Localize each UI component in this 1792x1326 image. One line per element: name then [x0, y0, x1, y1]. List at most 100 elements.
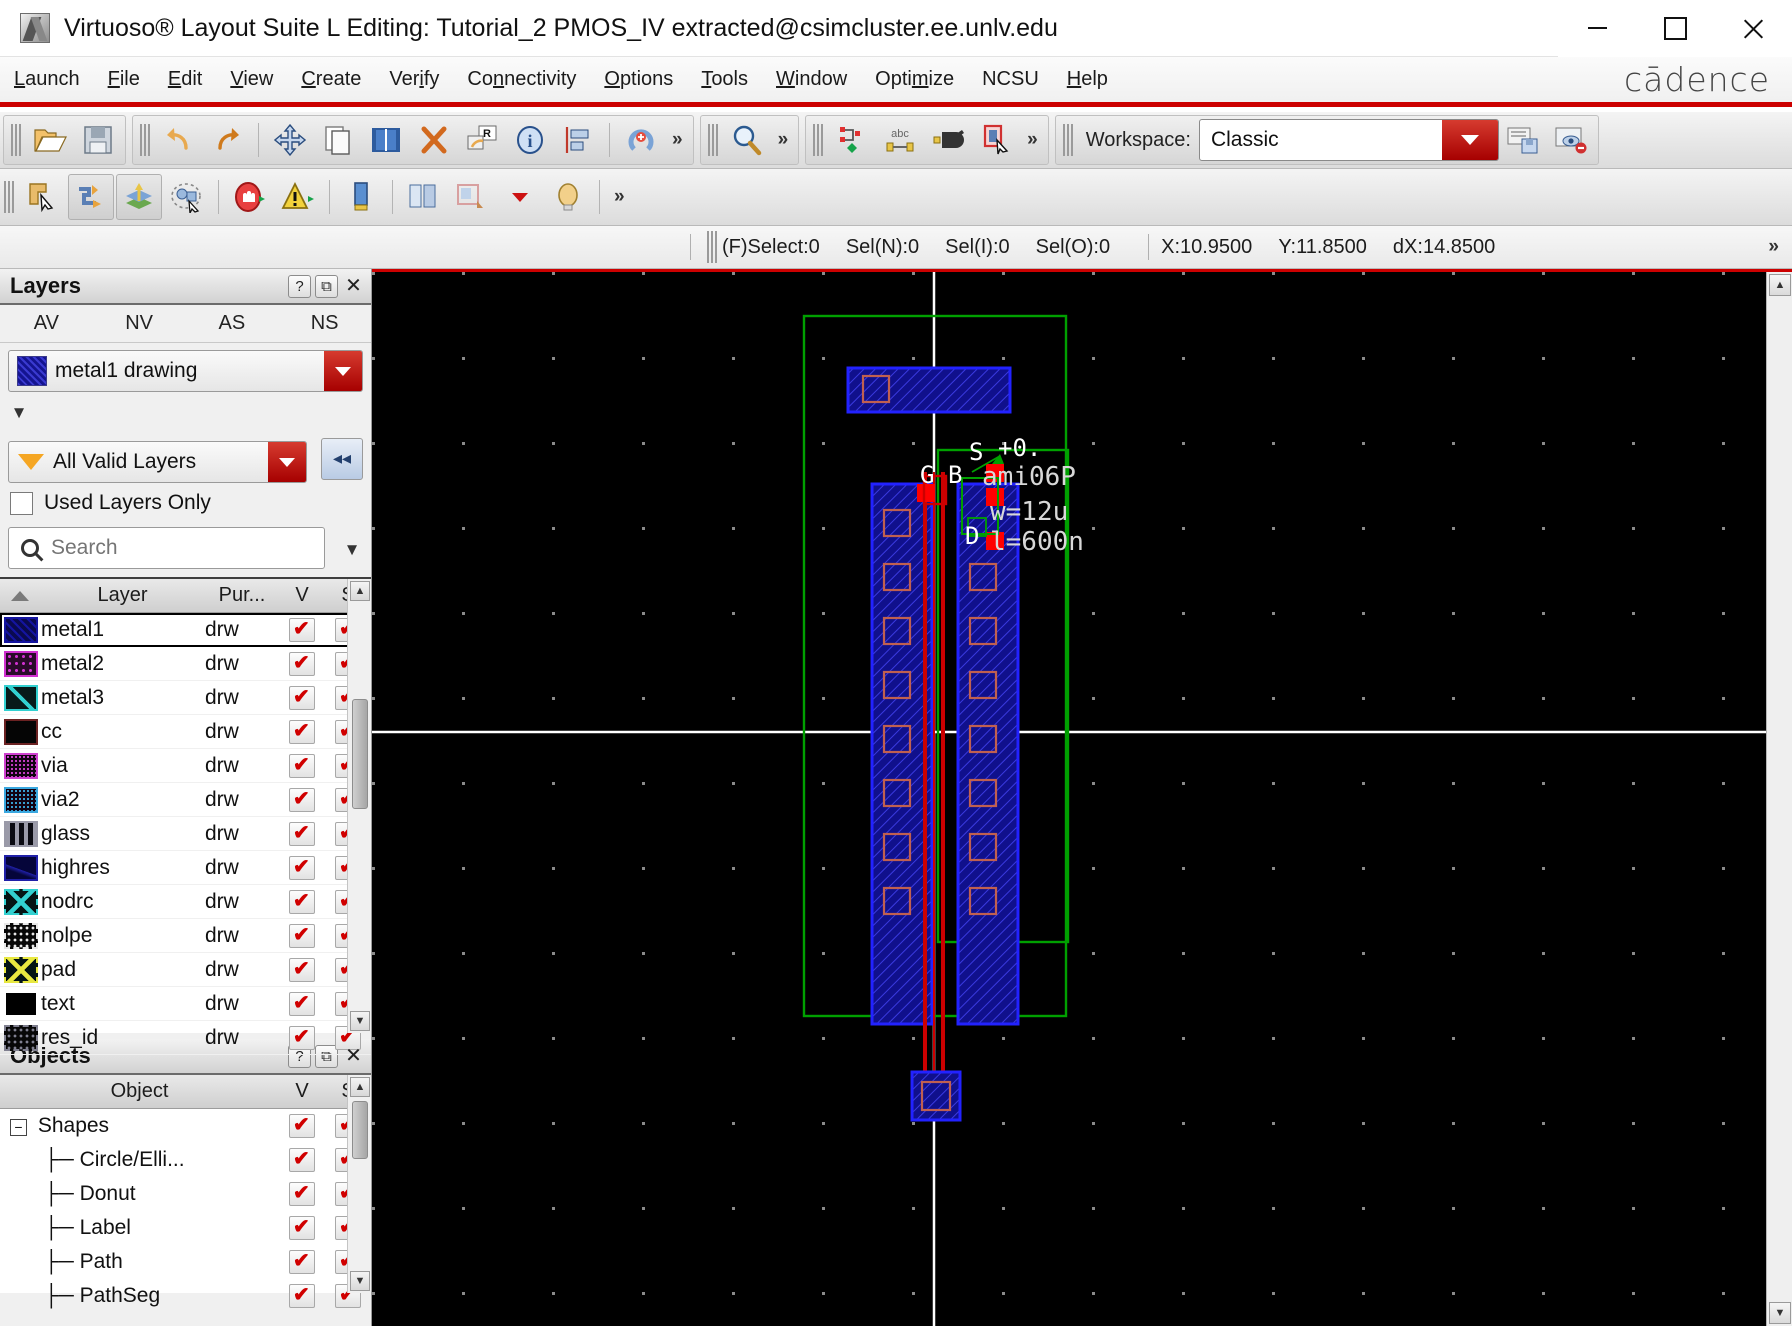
layer-filter-combo[interactable]: All Valid Layers [8, 441, 307, 483]
minimize-button[interactable] [1558, 0, 1636, 57]
col-nv[interactable]: NV [93, 312, 186, 335]
delete-workspace-icon[interactable] [1548, 117, 1594, 163]
layer-row-nodrc[interactable]: nodrc drw [0, 885, 371, 919]
float-icon[interactable]: ⧉ [315, 274, 338, 298]
layer-swatch-res_id[interactable] [4, 1024, 38, 1051]
group-select-icon[interactable] [164, 174, 210, 220]
menu-view[interactable]: View [216, 57, 287, 102]
redo-icon[interactable] [204, 117, 250, 163]
header-purpose[interactable]: Pur... [205, 584, 279, 607]
object-row[interactable]: ├─ Label [0, 1211, 371, 1245]
sort-column-icon[interactable] [0, 590, 40, 601]
align-icon[interactable] [555, 117, 601, 163]
layer-visible-checkbox[interactable] [279, 786, 325, 812]
canvas-vertical-scrollbar[interactable]: ▲ ▼ [1766, 272, 1792, 1326]
pick-icon[interactable] [973, 117, 1019, 163]
zoom-icon[interactable] [724, 117, 770, 163]
toolbar-grip[interactable] [140, 124, 151, 156]
undo-icon[interactable] [156, 117, 202, 163]
toolbar-grip[interactable] [4, 181, 15, 213]
chevron-down-icon[interactable] [268, 442, 306, 482]
object-visible-checkbox[interactable] [279, 1180, 325, 1206]
layer-row-via[interactable]: via drw [0, 749, 371, 783]
menu-launch[interactable]: Launch [0, 57, 94, 102]
layer-swatch-cc[interactable] [4, 718, 38, 745]
scroll-down-icon[interactable]: ▼ [1769, 1302, 1791, 1324]
layer-row-metal2[interactable]: metal2 drw [0, 647, 371, 681]
object-visible-checkbox[interactable] [279, 1248, 325, 1274]
layer-swatch-metal3[interactable] [4, 684, 38, 711]
menu-optimize[interactable]: Optimize [861, 57, 968, 102]
layer-swatch-via2[interactable] [4, 786, 38, 813]
layer-visible-checkbox[interactable] [279, 956, 325, 982]
layer-visible-checkbox[interactable] [279, 1024, 325, 1050]
layer-visible-checkbox[interactable] [279, 684, 325, 710]
lightbulb-icon[interactable] [545, 174, 591, 220]
menu-tools[interactable]: Tools [687, 57, 762, 102]
layer-row-glass[interactable]: glass drw [0, 817, 371, 851]
menu-ncsu[interactable]: NCSU [968, 57, 1053, 102]
scroll-down-icon[interactable]: ▼ [350, 1011, 370, 1031]
menu-create[interactable]: Create [287, 57, 375, 102]
layer-row-nolpe[interactable]: nolpe drw [0, 919, 371, 953]
scroll-thumb[interactable] [352, 1101, 368, 1159]
objects-table-scrollbar[interactable]: ▲ ▼ [347, 1075, 371, 1293]
layer-visible-checkbox[interactable] [279, 922, 325, 948]
layer-row-res_id[interactable]: res_id drw [0, 1021, 371, 1055]
close-icon[interactable]: ✕ [342, 1045, 365, 1068]
scroll-up-icon[interactable]: ▲ [350, 581, 370, 601]
layer-swatch-glass[interactable] [4, 820, 38, 847]
layer-swatch-text[interactable] [4, 990, 38, 1017]
status-grip[interactable] [707, 231, 718, 263]
tree-expander-icon[interactable]: − [10, 1118, 27, 1136]
delete-icon[interactable] [411, 117, 457, 163]
menu-help[interactable]: Help [1053, 57, 1122, 102]
display-icon[interactable] [338, 174, 384, 220]
fill-icon[interactable] [925, 117, 971, 163]
menu-verify[interactable]: Verify [375, 57, 453, 102]
scroll-thumb[interactable] [352, 699, 368, 809]
split-view-icon[interactable] [401, 174, 447, 220]
undo-redo-icon[interactable] [618, 117, 664, 163]
col-av[interactable]: AV [0, 312, 93, 335]
layer-visible-checkbox[interactable] [279, 650, 325, 676]
layer-swatch-metal2[interactable] [4, 650, 38, 677]
layer-visible-checkbox[interactable] [279, 854, 325, 880]
header-visible[interactable]: V [279, 1080, 325, 1103]
header-layer[interactable]: Layer [40, 584, 205, 607]
layer-visible-checkbox[interactable] [279, 718, 325, 744]
used-layers-only-row[interactable]: Used Layers Only [0, 483, 371, 523]
copy-icon[interactable] [315, 117, 361, 163]
layer-row-pad[interactable]: pad drw [0, 953, 371, 987]
layer-swatch-highres[interactable] [4, 854, 38, 881]
header-object[interactable]: Object [0, 1080, 279, 1103]
layout-canvas[interactable]: S +0. G B ami06P w=12u l=600n D [372, 272, 1792, 1326]
partial-select-icon[interactable] [20, 174, 66, 220]
layer-row-highres[interactable]: highres drw [0, 851, 371, 885]
object-visible-checkbox[interactable] [279, 1112, 325, 1138]
object-row[interactable]: ├─ Circle/Elli... [0, 1143, 371, 1177]
layer-swatch-nodrc[interactable] [4, 888, 38, 915]
menu-file[interactable]: File [94, 57, 154, 102]
layer-swatch-nolpe[interactable] [4, 922, 38, 949]
drc-icon[interactable] [829, 117, 875, 163]
object-visible-checkbox[interactable] [279, 1214, 325, 1240]
object-row[interactable]: ├─ Donut [0, 1177, 371, 1211]
menu-connectivity[interactable]: Connectivity [453, 57, 590, 102]
workspace-combo[interactable]: Classic [1198, 119, 1499, 161]
maximize-button[interactable] [1636, 0, 1714, 57]
more-tools-icon[interactable]: » [607, 186, 632, 208]
layer-visible-checkbox[interactable] [279, 888, 325, 914]
current-layer-combo[interactable]: metal1 drawing [8, 350, 363, 392]
stop-icon[interactable] [227, 174, 273, 220]
rotate-icon[interactable]: R [459, 117, 505, 163]
used-layers-only-checkbox[interactable] [10, 491, 33, 515]
chevron-down-icon[interactable] [1441, 120, 1498, 160]
ruler-icon[interactable]: abc [877, 117, 923, 163]
object-row[interactable]: − Shapes [0, 1109, 371, 1143]
chevron-down-icon[interactable] [324, 528, 325, 568]
status-overflow-icon[interactable]: » [1761, 236, 1786, 258]
layer-visible-checkbox[interactable] [279, 820, 325, 846]
more-zoom-icon[interactable]: » [771, 129, 796, 151]
toolbar-grip[interactable] [707, 124, 719, 156]
